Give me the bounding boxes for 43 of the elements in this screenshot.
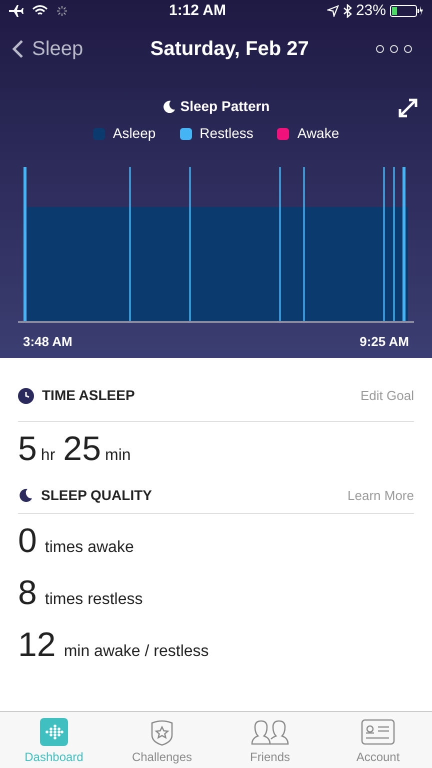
wifi-icon xyxy=(32,5,48,17)
stat-value: 0 xyxy=(18,521,37,562)
location-arrow-icon xyxy=(326,5,339,17)
expand-icon xyxy=(398,98,418,118)
section-title: SLEEP QUALITY xyxy=(41,486,152,505)
moon-icon xyxy=(162,100,176,114)
expand-button[interactable] xyxy=(398,98,418,118)
duration-unit: hr xyxy=(40,446,56,466)
bluetooth-icon xyxy=(342,4,352,18)
edit-goal-link[interactable]: Edit Goal xyxy=(360,386,414,406)
stat-value: 12 xyxy=(18,625,56,666)
legend-label: Restless xyxy=(200,124,254,143)
start-time-label: 3:48 AM xyxy=(23,333,72,351)
moon-icon xyxy=(18,488,33,503)
end-time-label: 9:25 AM xyxy=(360,333,409,351)
chevron-left-icon xyxy=(12,39,24,59)
page-title: Saturday, Feb 27 xyxy=(150,37,309,62)
back-button[interactable]: Sleep xyxy=(12,34,84,64)
battery-percent: 23% xyxy=(356,0,386,21)
legend-label: Awake xyxy=(297,124,340,143)
tab-bar-item[interactable]: Friends xyxy=(216,712,324,768)
stat-label: min awake / restless xyxy=(64,642,209,662)
id-card-icon xyxy=(361,718,395,746)
chart-title: Sleep Pattern xyxy=(180,97,270,116)
tab-bar-item[interactable]: Challenges xyxy=(108,712,216,768)
duration-value: 25 xyxy=(63,429,101,470)
dots-logo-icon xyxy=(40,718,68,746)
stat-value: 8 xyxy=(18,573,37,614)
status-time: 1:12 AM xyxy=(169,0,226,21)
duration-unit: min xyxy=(104,446,131,466)
people-icon xyxy=(250,718,290,746)
spinner-icon xyxy=(56,5,68,17)
duration-value: 5 xyxy=(18,429,37,470)
legend-label: Asleep xyxy=(112,124,156,143)
learn-more-link[interactable]: Learn More xyxy=(348,486,414,506)
clock-icon xyxy=(18,388,34,404)
tab-bar-item[interactable]: Dashboard xyxy=(0,712,108,768)
stat-label: times restless xyxy=(44,590,143,610)
battery-icon xyxy=(390,4,424,18)
stat-label: times awake xyxy=(44,538,134,558)
airplane-icon xyxy=(8,4,24,18)
tab-bar-item[interactable]: Account xyxy=(324,712,432,768)
section-title: TIME ASLEEP xyxy=(42,386,135,405)
